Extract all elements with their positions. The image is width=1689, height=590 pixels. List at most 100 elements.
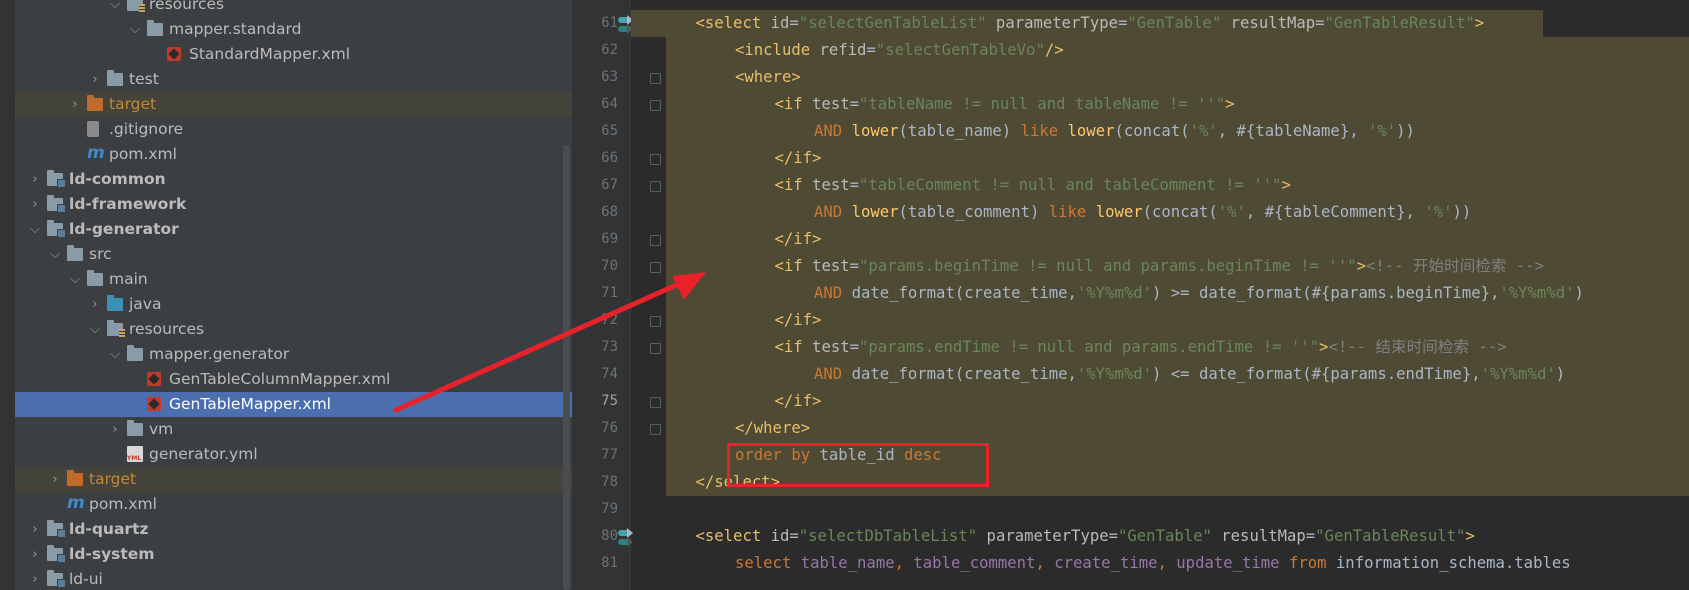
tree-item[interactable]: › ld-common bbox=[15, 167, 572, 192]
tree-item[interactable]: › ld-ui bbox=[15, 567, 572, 590]
chevron-right-icon[interactable]: › bbox=[89, 67, 101, 92]
folder-icon bbox=[127, 420, 143, 436]
code-token: , bbox=[1035, 554, 1055, 572]
chevron-right-icon[interactable]: › bbox=[29, 542, 41, 567]
tree-item[interactable]: ⌵ src bbox=[15, 242, 572, 267]
code-line[interactable]: </where> bbox=[735, 415, 810, 442]
chevron-right-icon[interactable]: › bbox=[29, 517, 41, 542]
line-number: 65 bbox=[601, 123, 618, 139]
code-token: (table_name) bbox=[898, 122, 1021, 140]
tree-item-label: resources bbox=[129, 320, 205, 338]
tree-item-label: ld-ui bbox=[69, 570, 103, 588]
code-token: AND bbox=[814, 122, 852, 140]
chevron-down-icon[interactable]: ⌵ bbox=[49, 242, 61, 267]
chevron-down-icon[interactable]: ⌵ bbox=[29, 217, 41, 242]
chevron-down-icon[interactable]: ⌵ bbox=[69, 267, 81, 292]
code-editor[interactable]: <select id="selectGenTableList" paramete… bbox=[631, 0, 1689, 590]
tree-item[interactable]: .gitignore bbox=[15, 117, 572, 142]
code-token: '%Y%m%d' bbox=[1076, 365, 1152, 383]
maven-file-icon: m bbox=[67, 493, 85, 513]
code-token: table_id bbox=[819, 446, 904, 464]
code-line[interactable]: <where> bbox=[735, 64, 801, 91]
code-line[interactable]: <if test="params.beginTime != null and p… bbox=[775, 253, 1545, 280]
code-token: = bbox=[866, 41, 876, 59]
tree-item[interactable]: › test bbox=[15, 67, 572, 92]
project-tree-scrollbar[interactable] bbox=[563, 145, 570, 590]
tree-item-label: .gitignore bbox=[109, 120, 184, 138]
code-line[interactable]: </select> bbox=[696, 469, 781, 496]
code-token: lower bbox=[1067, 122, 1115, 140]
tree-item[interactable]: ⌵ main bbox=[15, 267, 572, 292]
code-line[interactable]: </if> bbox=[775, 307, 822, 334]
chevron-right-icon[interactable]: › bbox=[29, 567, 41, 590]
excluded-folder-icon bbox=[67, 470, 83, 486]
tree-item[interactable]: GenTableColumnMapper.xml bbox=[15, 367, 572, 392]
code-token: , bbox=[894, 554, 914, 572]
code-line[interactable]: <if test="params.endTime != null and par… bbox=[775, 334, 1507, 361]
code-line[interactable]: <if test="tableName != null and tableNam… bbox=[775, 91, 1235, 118]
tree-item[interactable]: ⌵ mapper.generator bbox=[15, 342, 572, 367]
code-token: = bbox=[1315, 14, 1325, 32]
code-line[interactable]: AND date_format(create_time,'%Y%m%d') >=… bbox=[814, 280, 1584, 307]
code-token: , #{tableName}, bbox=[1217, 122, 1368, 140]
tree-item[interactable]: › vm bbox=[15, 417, 572, 442]
code-token: )) bbox=[1452, 203, 1472, 221]
chevron-down-icon[interactable]: ⌵ bbox=[109, 342, 121, 367]
code-token: , #{tableComment}, bbox=[1245, 203, 1425, 221]
code-line[interactable]: <if test="tableComment != null and table… bbox=[775, 172, 1291, 199]
code-token: <!-- 开始时间检索 --> bbox=[1365, 257, 1545, 275]
tree-item[interactable]: › target bbox=[15, 92, 572, 117]
tree-item[interactable]: ⌵ ld-generator bbox=[15, 217, 572, 242]
chevron-right-icon[interactable]: › bbox=[109, 417, 121, 442]
code-token: "selectDbTableList" bbox=[798, 527, 978, 545]
code-line[interactable]: <select id="selectGenTableList" paramete… bbox=[696, 10, 1485, 37]
code-token: </select> bbox=[695, 473, 781, 491]
code-token: > bbox=[1281, 176, 1291, 194]
code-line[interactable]: select table_name, table_comment, create… bbox=[735, 550, 1571, 577]
tree-item[interactable]: m pom.xml bbox=[15, 142, 572, 167]
chevron-right-icon[interactable]: › bbox=[29, 192, 41, 217]
project-tree-panel[interactable]: ⌵ resources ⌵ mapper.standard StandardMapper… bbox=[0, 0, 572, 590]
code-token: select bbox=[735, 554, 801, 572]
code-line[interactable]: <select id="selectDbTableList" parameter… bbox=[696, 523, 1475, 550]
tree-item[interactable]: m pom.xml bbox=[15, 492, 572, 517]
chevron-down-icon[interactable]: ⌵ bbox=[89, 317, 101, 342]
chevron-right-icon[interactable]: › bbox=[49, 467, 61, 492]
code-token: <if bbox=[774, 176, 813, 194]
gitignore-file-icon bbox=[87, 121, 99, 137]
tree-item[interactable]: › java bbox=[15, 292, 572, 317]
tree-item[interactable]: ⌵ resources bbox=[15, 0, 572, 17]
chevron-down-icon[interactable]: ⌵ bbox=[129, 17, 141, 42]
tree-item[interactable]: ⌵ resources bbox=[15, 317, 572, 342]
code-token: = bbox=[789, 527, 799, 545]
code-token: > bbox=[1356, 257, 1366, 275]
line-number: 76 bbox=[601, 420, 618, 436]
tree-item[interactable]: › target bbox=[15, 467, 572, 492]
folder-icon bbox=[87, 270, 103, 286]
tree-item-selected[interactable]: GenTableMapper.xml bbox=[15, 392, 572, 417]
chevron-right-icon[interactable]: › bbox=[29, 167, 41, 192]
code-token: "selectGenTableVo" bbox=[875, 41, 1045, 59]
chevron-right-icon[interactable]: › bbox=[89, 292, 101, 317]
code-line[interactable]: AND lower(table_comment) like lower(conc… bbox=[814, 199, 1471, 226]
tree-item[interactable]: › ld-quartz bbox=[15, 517, 572, 542]
tree-item[interactable]: StandardMapper.xml bbox=[15, 42, 572, 67]
code-line[interactable]: </if> bbox=[775, 226, 822, 253]
tree-item[interactable]: generator.yml bbox=[15, 442, 572, 467]
editor-gutter[interactable]: 61 62 63 64 65 66 67 68 69 70 71 72 73 74 75 76 77 78 79 80… bbox=[572, 0, 631, 590]
chevron-right-icon[interactable]: › bbox=[69, 92, 81, 117]
tree-item[interactable]: › ld-system bbox=[15, 542, 572, 567]
tree-item[interactable]: ⌵ mapper.standard bbox=[15, 17, 572, 42]
code-line[interactable]: AND lower(table_name) like lower(concat(… bbox=[814, 118, 1415, 145]
code-line[interactable]: order by table_id desc bbox=[735, 442, 942, 469]
code-line[interactable]: AND date_format(create_time,'%Y%m%d') <=… bbox=[814, 361, 1565, 388]
tree-item[interactable]: › ld-framework bbox=[15, 192, 572, 217]
module-folder-icon bbox=[47, 570, 66, 588]
chevron-down-icon[interactable]: ⌵ bbox=[109, 0, 121, 17]
code-token: '%' bbox=[1189, 122, 1218, 140]
code-line[interactable]: <include refid="selectGenTableVo"/> bbox=[735, 37, 1064, 64]
code-token: ) bbox=[1152, 284, 1171, 302]
code-token: id bbox=[770, 527, 790, 545]
code-line[interactable]: </if> bbox=[775, 388, 822, 415]
code-line[interactable]: </if> bbox=[775, 145, 822, 172]
